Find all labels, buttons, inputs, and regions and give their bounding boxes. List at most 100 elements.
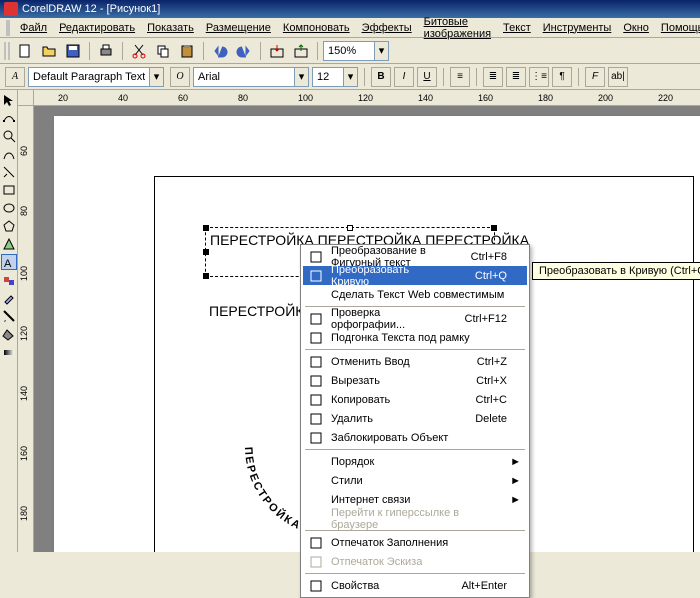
ctx-item[interactable]: КопироватьCtrl+C [303, 390, 527, 409]
new-button[interactable] [14, 40, 36, 62]
menu-view[interactable]: Показать [141, 20, 200, 36]
ctx-item[interactable]: Порядок► [303, 452, 527, 471]
fill-tool[interactable] [1, 326, 17, 342]
ctx-item[interactable]: Отменить Ввод Ctrl+Z [303, 352, 527, 371]
undo-button[interactable] [209, 40, 231, 62]
chevron-down-icon[interactable]: ▾ [374, 42, 388, 60]
zoom-tool[interactable] [1, 128, 17, 144]
indent-inc-button[interactable]: ≣ [506, 67, 526, 87]
paste-button[interactable] [176, 40, 198, 62]
chevron-down-icon[interactable]: ▾ [294, 68, 308, 86]
style-input[interactable] [29, 71, 149, 83]
ctx-item[interactable]: Сделать Текст Web совместимым [303, 285, 527, 304]
menu-file[interactable]: Файл [14, 20, 53, 36]
text-type-button[interactable]: A [5, 67, 25, 87]
chevron-down-icon[interactable]: ▾ [343, 68, 357, 86]
open-button[interactable] [38, 40, 60, 62]
save-button[interactable] [62, 40, 84, 62]
blank-icon [307, 511, 325, 527]
props-icon [307, 578, 325, 594]
ctx-item[interactable]: УдалитьDelete [303, 409, 527, 428]
ctx-item[interactable]: Отпечаток Заполнения [303, 533, 527, 552]
zoom-input[interactable] [324, 45, 374, 57]
lock-icon [307, 430, 325, 446]
ctx-label: Вырезать [331, 375, 446, 387]
text-tool[interactable]: A [1, 254, 17, 270]
export-button[interactable] [290, 40, 312, 62]
grip-handle[interactable] [4, 42, 10, 60]
font-family-select[interactable]: ▾ [193, 67, 309, 87]
ctx-label: Порядок [331, 456, 507, 468]
zoom-select[interactable]: ▾ [323, 41, 389, 61]
align-button[interactable]: ≡ [450, 67, 470, 87]
ctx-shortcut: Ctrl+F12 [465, 313, 508, 325]
menu-text[interactable]: Текст [497, 20, 537, 36]
horizontal-ruler[interactable]: 20 40 60 80 100 120 140 160 180 200 220 [18, 90, 700, 106]
edit-text-button[interactable]: ab| [608, 67, 628, 87]
ctx-shortcut: Ctrl+X [476, 375, 507, 387]
ctx-item[interactable]: Вырезать Ctrl+X [303, 371, 527, 390]
interactive-fill-tool[interactable] [1, 344, 17, 360]
copy-icon [307, 392, 325, 408]
italic-button[interactable]: I [394, 67, 414, 87]
ctx-label: Интернет связи [331, 494, 507, 506]
property-bar: A ▾ O ▾ ▾ B I U ≡ ≣ ≣ ⋮≡ ¶ F ab| [0, 64, 700, 90]
fit-icon [307, 330, 325, 346]
ctx-item[interactable]: Подгонка Текста под рамку [303, 328, 527, 347]
smartdraw-tool[interactable] [1, 164, 17, 180]
ctx-item: Перейти к гиперссылке в браузере [303, 509, 527, 528]
bullets-button[interactable]: ⋮≡ [529, 67, 549, 87]
ellipse-tool[interactable] [1, 200, 17, 216]
char-format-button[interactable]: F [585, 67, 605, 87]
ctx-label: Копировать [331, 394, 446, 406]
font-input[interactable] [194, 71, 294, 83]
import-button[interactable] [266, 40, 288, 62]
underline-button[interactable]: U [417, 67, 437, 87]
redo-button[interactable] [233, 40, 255, 62]
delete-icon [307, 411, 325, 427]
copy-button[interactable] [152, 40, 174, 62]
paragraph-style-select[interactable]: ▾ [28, 67, 164, 87]
menu-bitmaps[interactable]: Битовые изображения [418, 14, 497, 42]
menu-help[interactable]: Помощь [655, 20, 700, 36]
menu-window[interactable]: Окно [617, 20, 655, 36]
freehand-tool[interactable] [1, 146, 17, 162]
ctx-item[interactable]: Проверка орфографии...Ctrl+F12 [303, 309, 527, 328]
ctx-label: Отменить Ввод [331, 356, 447, 368]
fontsize-input[interactable] [313, 71, 343, 83]
pick-tool[interactable] [1, 92, 17, 108]
rectangle-tool[interactable] [1, 182, 17, 198]
indent-dec-button[interactable]: ≣ [483, 67, 503, 87]
eyedropper-tool[interactable] [1, 290, 17, 306]
print-button[interactable] [95, 40, 117, 62]
chevron-down-icon[interactable]: ▾ [149, 68, 163, 86]
basicshapes-tool[interactable] [1, 236, 17, 252]
menu-layout[interactable]: Размещение [200, 20, 277, 36]
shape-tool[interactable] [1, 110, 17, 126]
cut-button[interactable] [128, 40, 150, 62]
vertical-ruler[interactable]: 60 80 100 120 140 160 180 [18, 106, 34, 552]
menubar: Файл Редактировать Показать Размещение К… [0, 18, 700, 38]
svg-text:A: A [4, 258, 12, 269]
outline-tool[interactable] [1, 308, 17, 324]
ctx-label: Преобразовать Кривую [331, 264, 445, 288]
tooltip: Преобразовать в Кривую (Ctrl+Q) [532, 262, 700, 280]
menu-effects[interactable]: Эффекты [356, 20, 418, 36]
grip-handle[interactable] [6, 20, 10, 36]
polygon-tool[interactable] [1, 218, 17, 234]
blend-tool[interactable] [1, 272, 17, 288]
ctx-item[interactable]: Преобразовать КривуюCtrl+Q [303, 266, 527, 285]
bold-button[interactable]: B [371, 67, 391, 87]
dropcap-button[interactable]: ¶ [552, 67, 572, 87]
ctx-item[interactable]: Заблокировать Объект [303, 428, 527, 447]
ctx-shortcut: Ctrl+Z [477, 356, 507, 368]
menu-arrange[interactable]: Компоновать [277, 20, 356, 36]
menu-edit[interactable]: Редактировать [53, 20, 141, 36]
ctx-item[interactable]: Стили► [303, 471, 527, 490]
ctx-item[interactable]: СвойстваAlt+Enter [303, 576, 527, 595]
curve-icon [307, 268, 325, 284]
menu-tools[interactable]: Инструменты [537, 20, 618, 36]
font-size-select[interactable]: ▾ [312, 67, 358, 87]
ctx-label: Удалить [331, 413, 445, 425]
blank-icon [307, 287, 325, 303]
